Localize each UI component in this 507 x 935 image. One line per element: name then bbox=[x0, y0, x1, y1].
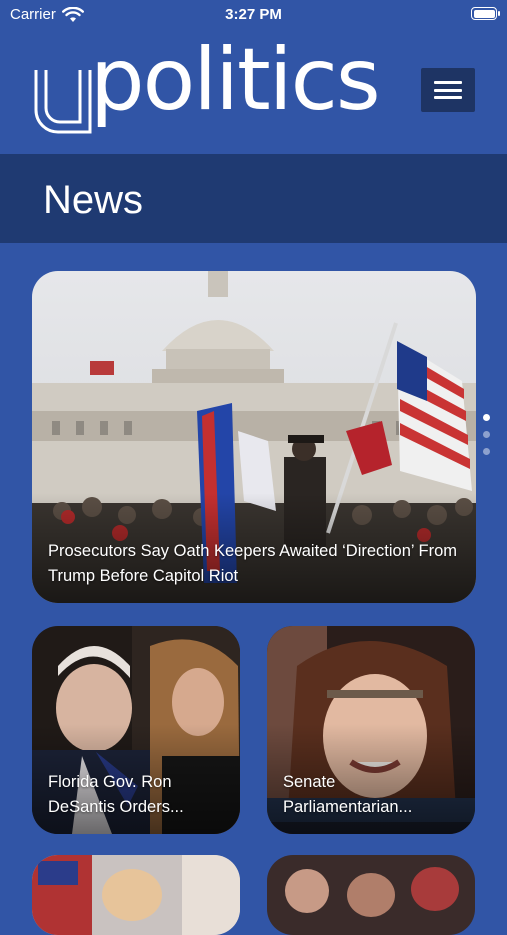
app-logo: politics bbox=[32, 30, 381, 148]
clock: 3:27 PM bbox=[225, 6, 282, 23]
article-card[interactable] bbox=[267, 855, 475, 935]
page-indicator[interactable] bbox=[483, 414, 493, 465]
featured-article-caption: Prosecutors Say Oath Keepers Awaited ‘Di… bbox=[48, 542, 458, 585]
section-header: News bbox=[0, 154, 507, 243]
page-dot-1[interactable] bbox=[483, 414, 490, 421]
logo-u-mark bbox=[34, 70, 92, 134]
article-card[interactable] bbox=[32, 855, 240, 935]
article-caption: Senate Parliamentarian... bbox=[283, 773, 413, 816]
article-card[interactable]: Florida Gov. Ron DeSantis Orders... bbox=[32, 626, 240, 834]
article-caption: Florida Gov. Ron DeSantis Orders... bbox=[48, 773, 184, 816]
article-image bbox=[32, 855, 240, 935]
battery-icon bbox=[471, 7, 500, 20]
featured-article-card[interactable]: Prosecutors Say Oath Keepers Awaited ‘Di… bbox=[32, 271, 476, 603]
article-image bbox=[267, 855, 475, 935]
article-card[interactable]: Senate Parliamentarian... bbox=[267, 626, 475, 834]
page-dot-3[interactable] bbox=[483, 448, 490, 455]
logo-wordmark: politics bbox=[90, 30, 381, 130]
menu-button[interactable] bbox=[421, 68, 475, 112]
page-dot-2[interactable] bbox=[483, 431, 490, 438]
app-header: politics bbox=[0, 30, 507, 154]
hamburger-icon bbox=[434, 81, 462, 84]
page-title: News bbox=[43, 178, 144, 222]
status-bar: Carrier 3:27 PM bbox=[0, 0, 507, 30]
